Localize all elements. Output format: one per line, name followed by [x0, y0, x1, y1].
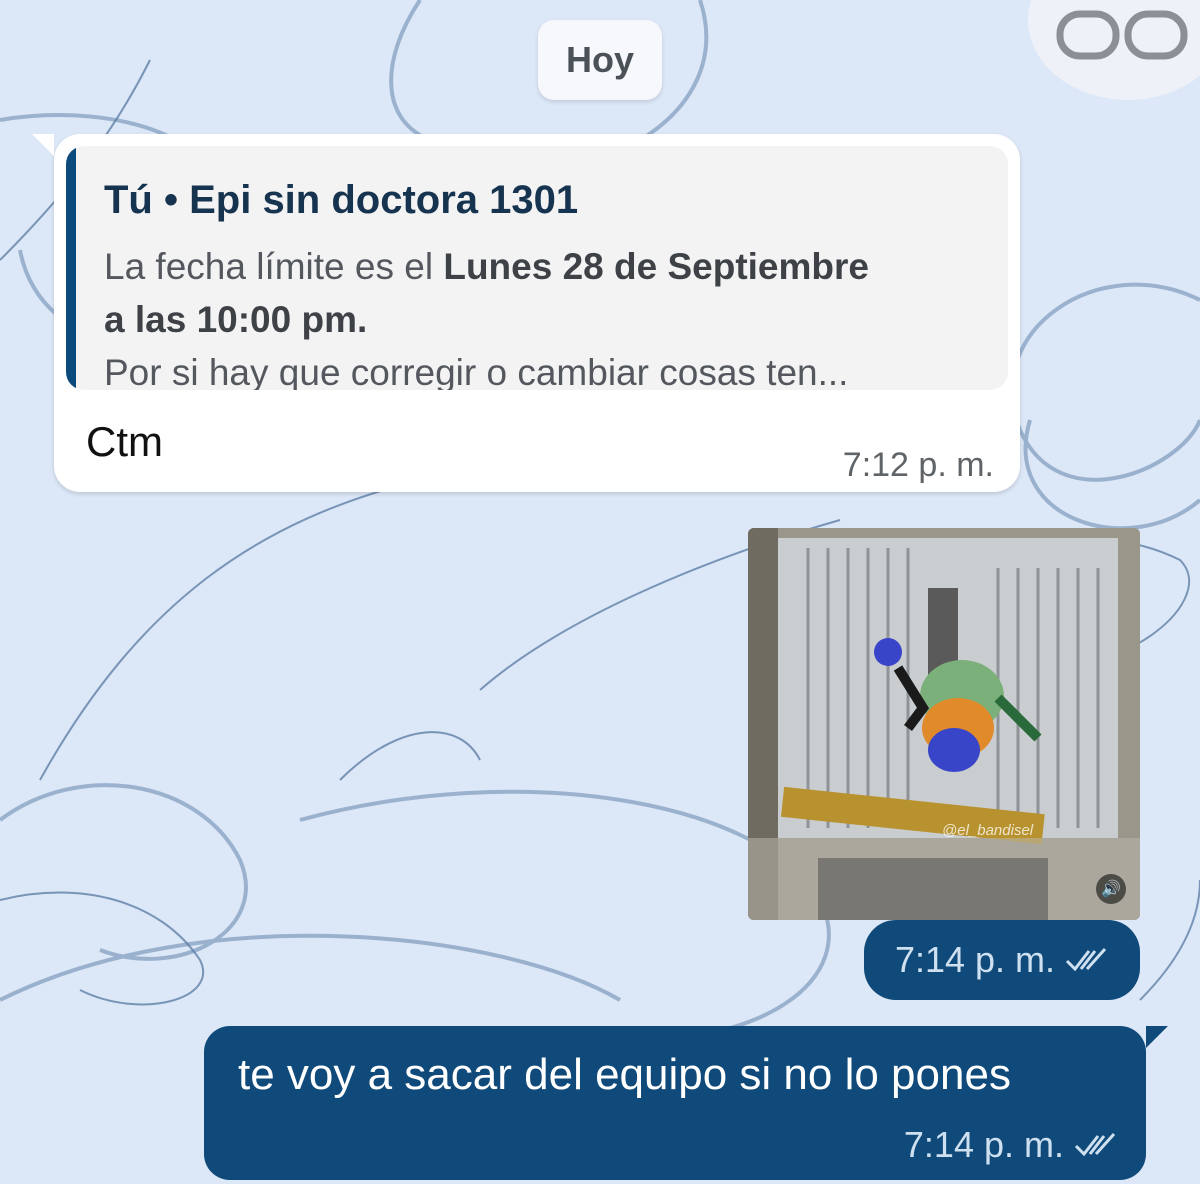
video-frame	[748, 528, 1140, 920]
quote-line-2-bold: a las 10:00 pm.	[104, 299, 368, 340]
quote-accent-bar	[66, 146, 76, 390]
message-timestamp: 7:14 p. m.	[894, 939, 1056, 980]
date-chip: Hoy	[538, 20, 662, 100]
video-thumbnail[interactable]: @el_bandisel 🔊	[748, 528, 1140, 920]
quote-line-1-bold: Lunes 28 de Septiembre	[443, 246, 869, 287]
quote-line-1-plain: La fecha límite es el	[104, 246, 444, 287]
bubble-tail	[32, 134, 54, 156]
media-timestamp-pill: 7:14 p. m.	[864, 920, 1140, 1000]
quote-line-2: a las 10:00 pm.	[104, 293, 994, 346]
outgoing-message-bubble[interactable]: te voy a sacar del equipo si no lo pones…	[204, 1026, 1168, 1180]
video-watermark: @el_bandisel	[942, 822, 1034, 839]
double-check-icon	[1065, 947, 1107, 972]
message-timestamp: 7:12 p. m.	[842, 446, 994, 484]
view-once-icon	[1056, 10, 1188, 60]
quote-line-3: Por si hay que corregir o cambiar cosas …	[104, 352, 849, 390]
message-status: 7:14 p. m.	[904, 1124, 1118, 1166]
quote-author-header: Tú • Epi sin doctora 1301	[104, 178, 579, 222]
quoted-message[interactable]: Tú • Epi sin doctora 1301 La fecha límit…	[66, 146, 1008, 390]
message-text: te voy a sacar del equipo si no lo pones	[238, 1050, 1011, 1099]
quote-line-1: La fecha límite es el Lunes 28 de Septie…	[104, 240, 994, 293]
message-timestamp: 7:14 p. m.	[903, 1124, 1064, 1165]
double-check-icon	[1074, 1132, 1116, 1157]
quote-text: La fecha límite es el Lunes 28 de Septie…	[104, 240, 994, 390]
incoming-message-bubble[interactable]: Tú • Epi sin doctora 1301 La fecha límit…	[32, 134, 1020, 492]
volume-button[interactable]: 🔊	[1096, 874, 1126, 904]
bubble-tail	[1146, 1026, 1168, 1048]
message-text: Ctm	[86, 418, 163, 465]
volume-icon: 🔊	[1101, 881, 1121, 898]
